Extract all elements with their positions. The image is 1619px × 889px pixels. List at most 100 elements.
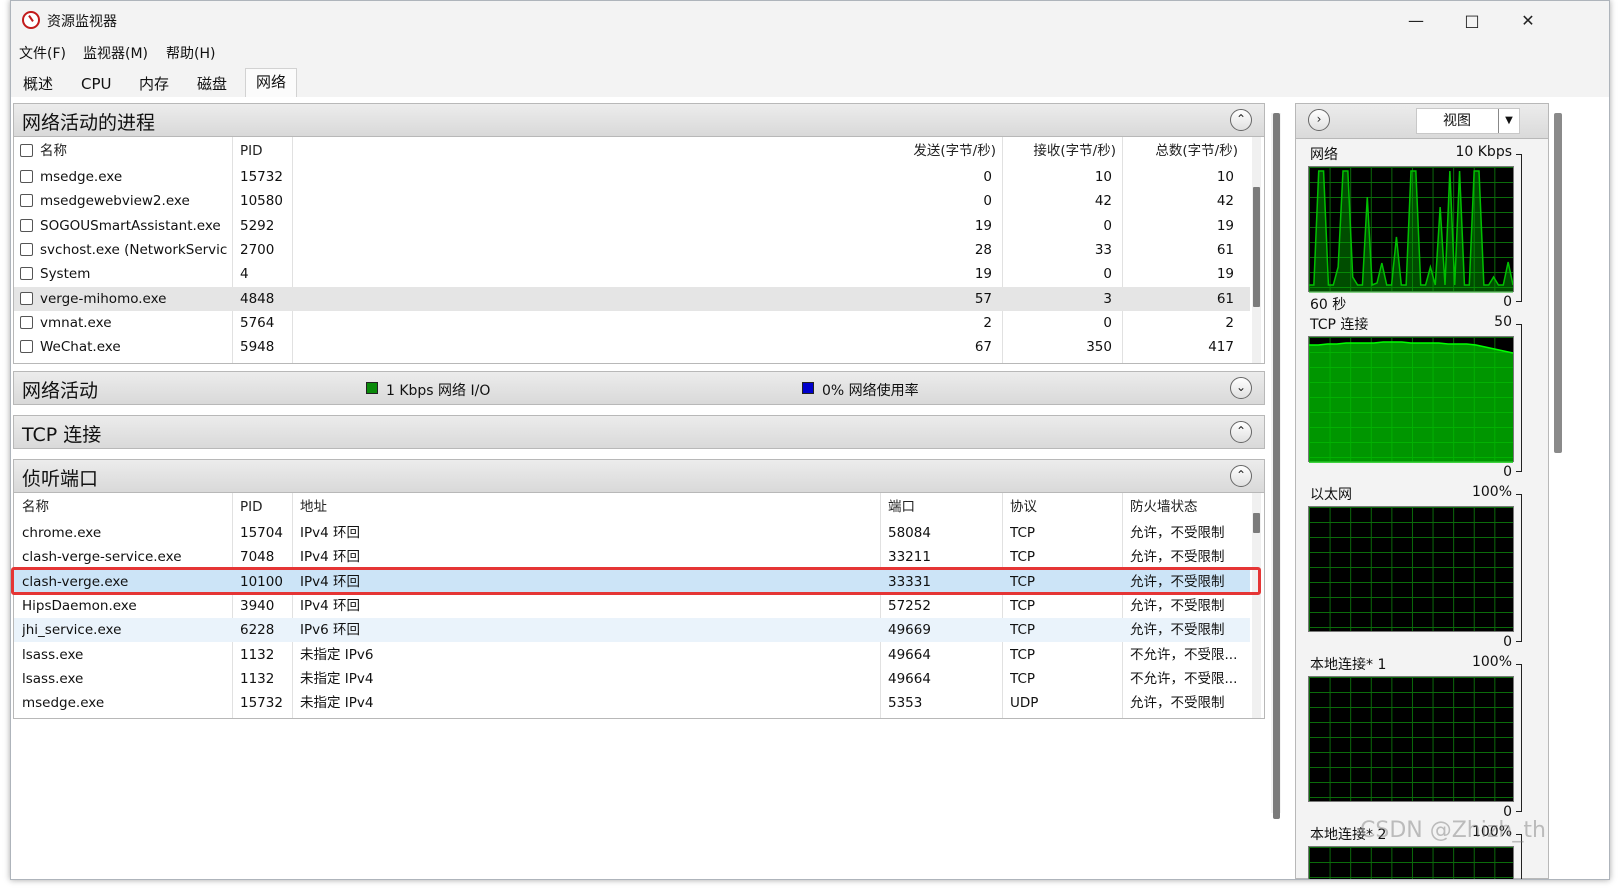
- select-all-checkbox[interactable]: [20, 144, 33, 157]
- col-send[interactable]: 发送(字节/秒): [894, 139, 996, 163]
- col-recv[interactable]: 接收(字节/秒): [1014, 139, 1116, 163]
- process-send: 19: [974, 217, 992, 234]
- col-pid[interactable]: PID: [240, 139, 263, 163]
- view-dropdown[interactable]: 视图 ▼: [1416, 108, 1520, 134]
- process-recv: 350: [1086, 339, 1112, 356]
- tab-cpu[interactable]: CPU: [71, 71, 122, 97]
- scrollbar-thumb[interactable]: [1273, 113, 1280, 819]
- table-header-row: 名称 PID 地址 端口 协议 防火墙状态: [14, 495, 1264, 519]
- network-activity-header[interactable]: 网络活动 1 Kbps 网络 I/O 0% 网络使用率 ⌄: [13, 371, 1265, 405]
- close-button[interactable]: ✕: [1505, 7, 1551, 35]
- process-pid: 4: [240, 266, 249, 283]
- table-row[interactable]: SOGOUSmartAssistant.exe 5292 19 0 19: [14, 214, 1250, 238]
- port-address: IPv4 环回: [300, 597, 360, 614]
- menu-help[interactable]: 帮助(H): [166, 43, 215, 63]
- col-firewall[interactable]: 防火墙状态: [1130, 495, 1198, 519]
- row-checkbox[interactable]: [20, 194, 33, 208]
- resource-monitor-window: 资源监视器 — □ ✕ 文件(F) 监视器(M) 帮助(H) 概述 CPU 内存…: [10, 0, 1610, 880]
- processes-section-title: 网络活动的进程: [22, 112, 156, 134]
- minimize-button[interactable]: —: [1393, 7, 1439, 35]
- watermark: CSDN @Zhizh_th: [1360, 818, 1546, 843]
- menu-file[interactable]: 文件(F): [19, 43, 66, 63]
- process-total: 42: [1216, 193, 1234, 210]
- port-protocol: TCP: [1010, 525, 1036, 541]
- scrollbar-thumb[interactable]: [1554, 113, 1562, 453]
- table-row[interactable]: lsass.exe 1132 未指定 IPv6 49664 TCP 不允许，不受限...: [14, 643, 1250, 667]
- tab-memory[interactable]: 内存: [129, 71, 179, 97]
- col-address[interactable]: 地址: [300, 495, 327, 519]
- col-protocol[interactable]: 协议: [1010, 495, 1037, 519]
- collapse-chevron-up-icon[interactable]: ⌃: [1230, 465, 1252, 487]
- table-row[interactable]: jhi_service.exe 6228 IPv6 环回 49669 TCP 允许，不受限…: [14, 618, 1250, 643]
- usage-legend-label: 0% 网络使用率: [822, 383, 919, 399]
- port-protocol: TCP: [1010, 597, 1036, 614]
- port-protocol: UDP: [1010, 695, 1039, 712]
- col-port[interactable]: 端口: [888, 495, 915, 519]
- table-row[interactable]: clash-verge-service.exe 7048 IPv4 环回 33211 T…: [14, 545, 1250, 569]
- table-row[interactable]: System 4 19 0 19: [14, 262, 1250, 286]
- port-protocol: TCP: [1010, 670, 1036, 687]
- row-checkbox[interactable]: [20, 315, 33, 329]
- graph-min-label: 0: [1503, 464, 1512, 480]
- listen-scrollbar[interactable]: [1252, 493, 1261, 718]
- col-pid[interactable]: PID: [240, 495, 263, 519]
- graph-panel-scrollbar[interactable]: [1553, 113, 1563, 463]
- table-row[interactable]: msedge.exe 15732 0 10 10: [14, 165, 1250, 189]
- maximize-button[interactable]: □: [1449, 7, 1495, 35]
- graph-max-label: 100%: [1471, 654, 1512, 670]
- row-checkbox[interactable]: [20, 170, 33, 183]
- tab-network[interactable]: 网络: [245, 68, 298, 97]
- graph-max-label: 100%: [1471, 484, 1512, 500]
- col-name[interactable]: 名称: [22, 495, 49, 519]
- expand-chevron-down-icon[interactable]: ⌄: [1230, 377, 1252, 399]
- processes-scrollbar[interactable]: [1252, 137, 1261, 363]
- col-name[interactable]: 名称: [40, 139, 67, 163]
- process-recv: 42: [1094, 193, 1112, 210]
- table-row[interactable]: msedge.exe 15732 未指定 IPv4 5353 UDP 允许，不受限制: [14, 691, 1250, 715]
- collapse-chevron-up-icon[interactable]: ⌃: [1230, 109, 1252, 131]
- process-recv: 0: [1103, 217, 1112, 234]
- processes-table: 名称 PID 发送(字节/秒) 接收(字节/秒) 总数(字节/秒) msedge…: [13, 137, 1265, 364]
- row-checkbox[interactable]: [20, 340, 33, 354]
- port-protocol: TCP: [1010, 646, 1036, 663]
- scrollbar-thumb[interactable]: [1253, 187, 1260, 307]
- row-checkbox[interactable]: [20, 242, 33, 256]
- table-row[interactable]: msedgewebview2.exe 10580 0 42 42: [14, 189, 1250, 213]
- table-row[interactable]: vmnat.exe 5764 2 0 2: [14, 311, 1250, 335]
- process-pid: 4848: [240, 290, 275, 307]
- process-send: 2: [983, 314, 992, 331]
- tab-overview[interactable]: 概述: [13, 71, 63, 97]
- row-checkbox[interactable]: [20, 291, 33, 305]
- collapse-chevron-up-icon[interactable]: ⌃: [1230, 421, 1252, 443]
- col-total[interactable]: 总数(字节/秒): [1134, 139, 1238, 163]
- table-row[interactable]: svchost.exe (NetworkService... 2700 28 33 61: [14, 238, 1250, 262]
- tcp-section-header[interactable]: TCP 连接 ⌃: [13, 415, 1265, 449]
- table-row[interactable]: verge-mihomo.exe 4848 57 3 61: [14, 286, 1250, 311]
- menu-bar: 文件(F) 监视器(M) 帮助(H): [11, 41, 1609, 65]
- table-row[interactable]: lsass.exe 1132 未指定 IPv4 49664 TCP 不允许，不受限...: [14, 667, 1250, 691]
- menu-monitor[interactable]: 监视器(M): [83, 43, 148, 63]
- resource-monitor-icon: [22, 11, 40, 29]
- table-row[interactable]: HipsDaemon.exe 3940 IPv4 环回 57252 TCP 允许，不受限制: [14, 594, 1250, 618]
- expand-chevron-right-icon[interactable]: ›: [1308, 109, 1330, 131]
- row-checkbox[interactable]: [20, 267, 33, 281]
- process-name: vmnat.exe: [40, 314, 112, 331]
- row-checkbox[interactable]: [20, 218, 33, 232]
- scrollbar-thumb[interactable]: [1253, 513, 1260, 533]
- graph-canvas: [1308, 506, 1514, 632]
- port-address: 未指定 IPv6: [300, 646, 374, 663]
- listen-section-header[interactable]: 侦听端口 ⌃: [13, 459, 1265, 493]
- graph-min-label: 0: [1503, 294, 1512, 310]
- tab-disk[interactable]: 磁盘: [187, 71, 237, 97]
- table-row[interactable]: WeChat.exe 5948 67 350 417: [14, 335, 1250, 359]
- processes-section-header[interactable]: 网络活动的进程 ⌃: [13, 103, 1265, 137]
- process-name: System: [40, 266, 91, 283]
- port-number: 49669: [888, 622, 931, 639]
- process-name: msedge.exe: [40, 169, 123, 185]
- process-recv: 3: [1103, 290, 1112, 307]
- left-panel-scrollbar[interactable]: [1271, 113, 1281, 819]
- process-total: 2: [1225, 314, 1234, 331]
- table-row[interactable]: chrome.exe 15704 IPv4 环回 58084 TCP 允许，不受限制: [14, 521, 1250, 545]
- port-protocol: TCP: [1010, 549, 1036, 566]
- port-pid: 1132: [240, 670, 275, 687]
